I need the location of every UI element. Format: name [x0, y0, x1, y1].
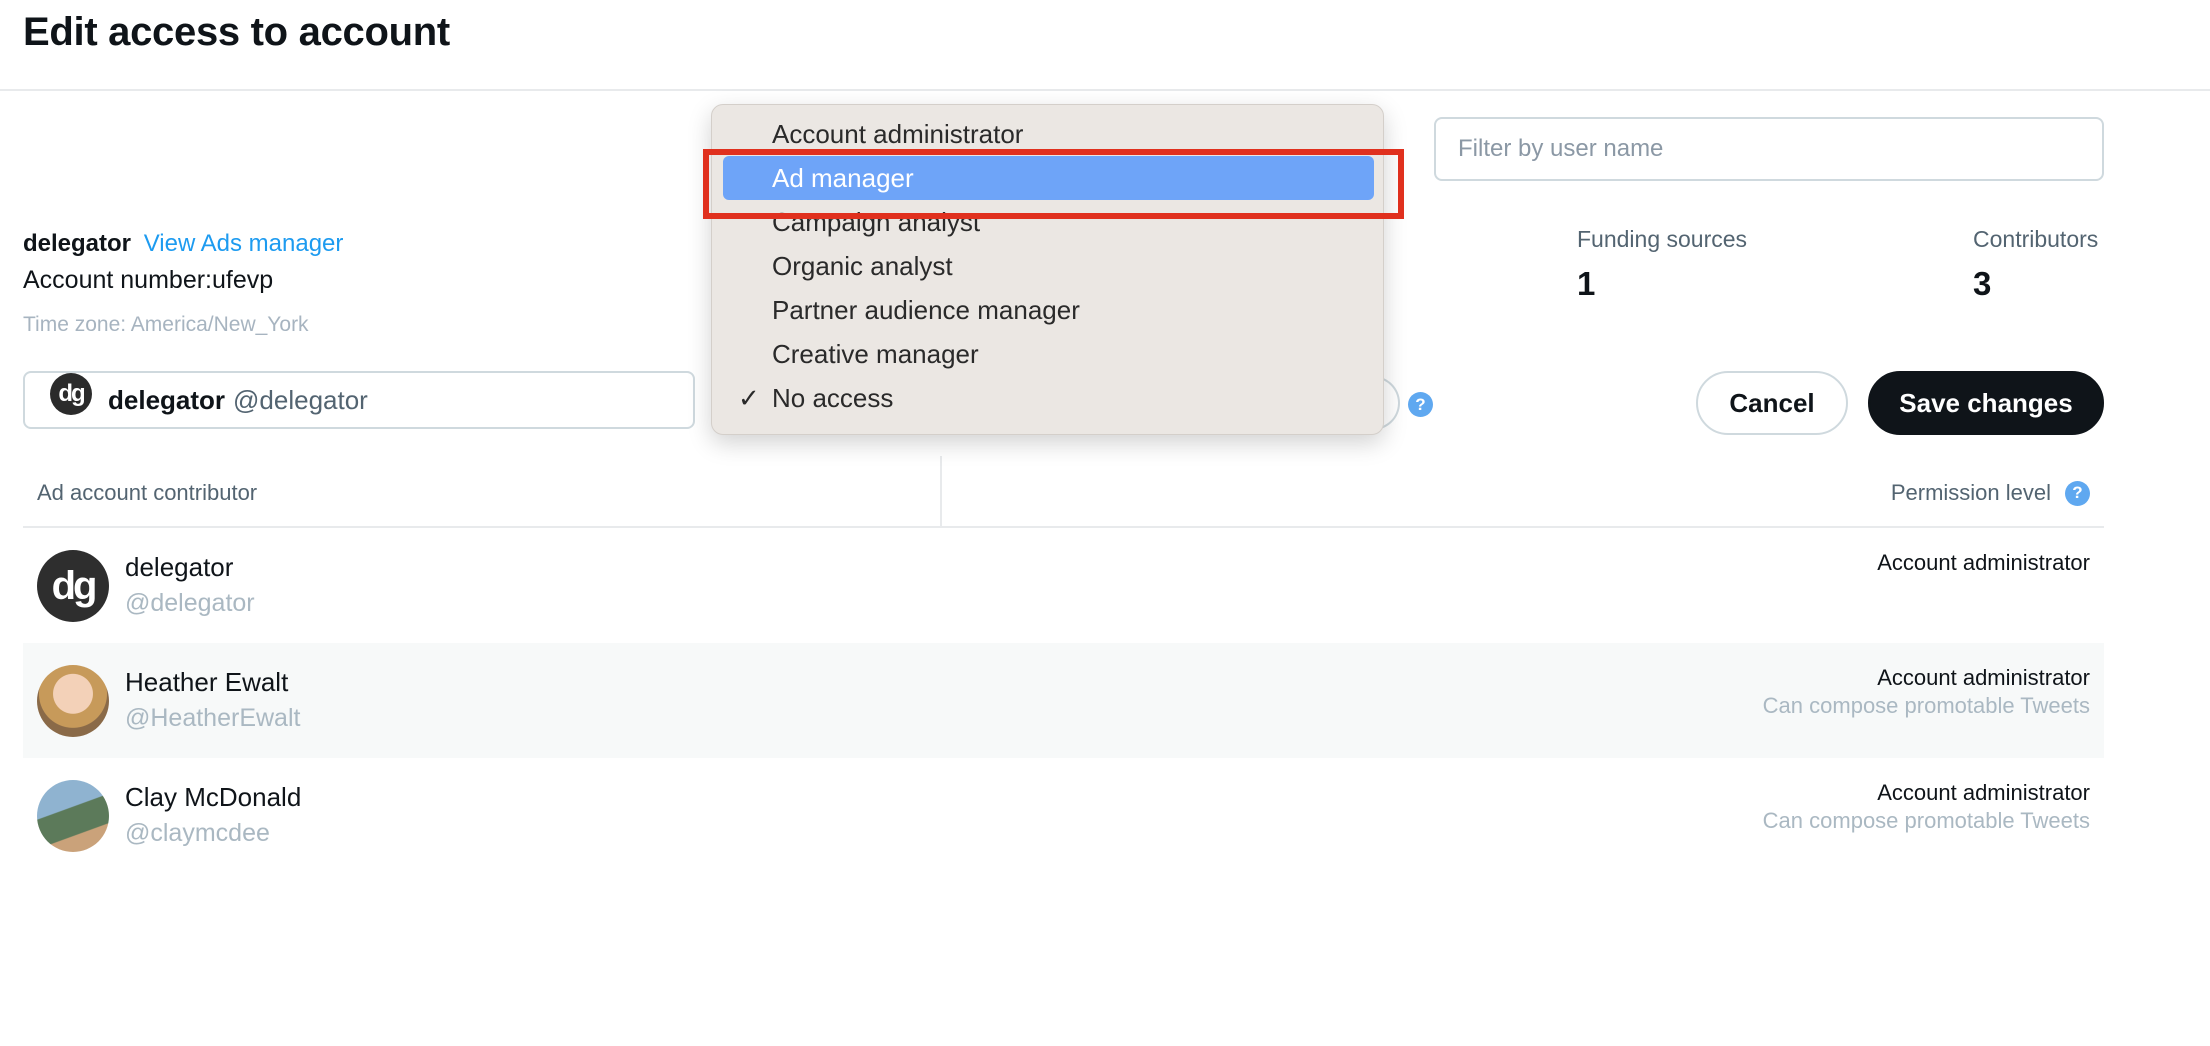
account-line: delegator View Ads manager [23, 230, 343, 258]
funding-sources-value: 1 [1577, 265, 1596, 302]
table-header: Ad account contributor Permission level … [23, 456, 2104, 528]
avatar [37, 780, 109, 852]
contributor-handle: @claymcdee [125, 819, 270, 847]
menu-item-no-access[interactable]: ✓ No access [723, 376, 1374, 420]
account-number: Account number:ufevp [23, 266, 274, 294]
permission-level: Account administrator [1877, 665, 2090, 690]
view-ads-manager-link[interactable]: View Ads manager [144, 230, 344, 257]
help-icon[interactable]: ? [2065, 480, 2090, 506]
menu-item-organic-analyst[interactable]: Organic analyst [723, 244, 1374, 288]
contributors-table: Ad account contributor Permission level … [23, 456, 2104, 873]
column-header-contributor: Ad account contributor [37, 480, 258, 505]
table-row[interactable]: dg delegator @delegator Account administ… [23, 528, 2104, 643]
contributor-name: Clay McDonald [125, 782, 302, 812]
account-name: delegator [23, 230, 132, 257]
filter-user-input[interactable] [1434, 117, 2104, 181]
contributor-name: Heather Ewalt [125, 667, 289, 697]
column-header-permission: Permission level ? [1891, 480, 2090, 506]
menu-item-creative-manager[interactable]: Creative manager [723, 332, 1374, 376]
menu-item-label: Creative manager [772, 338, 979, 369]
contributor-name: delegator [125, 552, 234, 582]
contributors-label: Contributors [1973, 226, 2099, 252]
table-row[interactable]: Heather Ewalt @HeatherEwalt Account admi… [23, 643, 2104, 758]
menu-item-label: Account administrator [772, 118, 1024, 149]
menu-item-label: No access [772, 382, 894, 413]
save-changes-button[interactable]: Save changes [1868, 371, 2104, 435]
column-header-permission-label: Permission level [1890, 480, 2051, 505]
avatar [37, 665, 109, 737]
permission-detail: Can compose promotable Tweets [1762, 693, 2090, 718]
menu-item-label: Organic analyst [772, 250, 953, 281]
permission-detail: Can compose promotable Tweets [1762, 808, 2090, 833]
permission-level: Account administrator [1877, 550, 2090, 575]
account-timezone: Time zone: America/New_York [23, 313, 309, 336]
avatar: dg [37, 550, 109, 622]
page-title: Edit access to account [23, 10, 450, 54]
selected-user-name: delegator [108, 384, 226, 415]
annotation-highlight-box [703, 149, 1404, 219]
funding-sources-stat: Funding sources 1 [1577, 226, 1747, 303]
selected-user-handle: @delegator [233, 384, 368, 415]
contributor-handle: @HeatherEwalt [125, 704, 301, 732]
contributors-value: 3 [1973, 265, 1992, 302]
menu-item-label: Partner audience manager [772, 294, 1080, 325]
menu-item-partner-audience-manager[interactable]: Partner audience manager [723, 288, 1374, 332]
contributor-handle: @delegator [125, 589, 255, 617]
contributors-stat: Contributors 3 [1973, 226, 2098, 303]
avatar: dg [50, 373, 92, 415]
selected-user-field[interactable]: dg delegator @delegator [23, 371, 695, 429]
page: Edit access to account delegator View Ad… [0, 0, 2210, 1046]
column-divider [940, 456, 942, 528]
help-icon[interactable]: ? [1408, 392, 1433, 417]
checkmark-icon: ✓ [738, 382, 760, 413]
cancel-button[interactable]: Cancel [1696, 371, 1848, 435]
page-header: Edit access to account [0, 0, 2210, 91]
table-row[interactable]: Clay McDonald @claymcdee Account adminis… [23, 758, 2104, 873]
permission-level: Account administrator [1877, 780, 2090, 805]
funding-sources-label: Funding sources [1577, 226, 1748, 252]
